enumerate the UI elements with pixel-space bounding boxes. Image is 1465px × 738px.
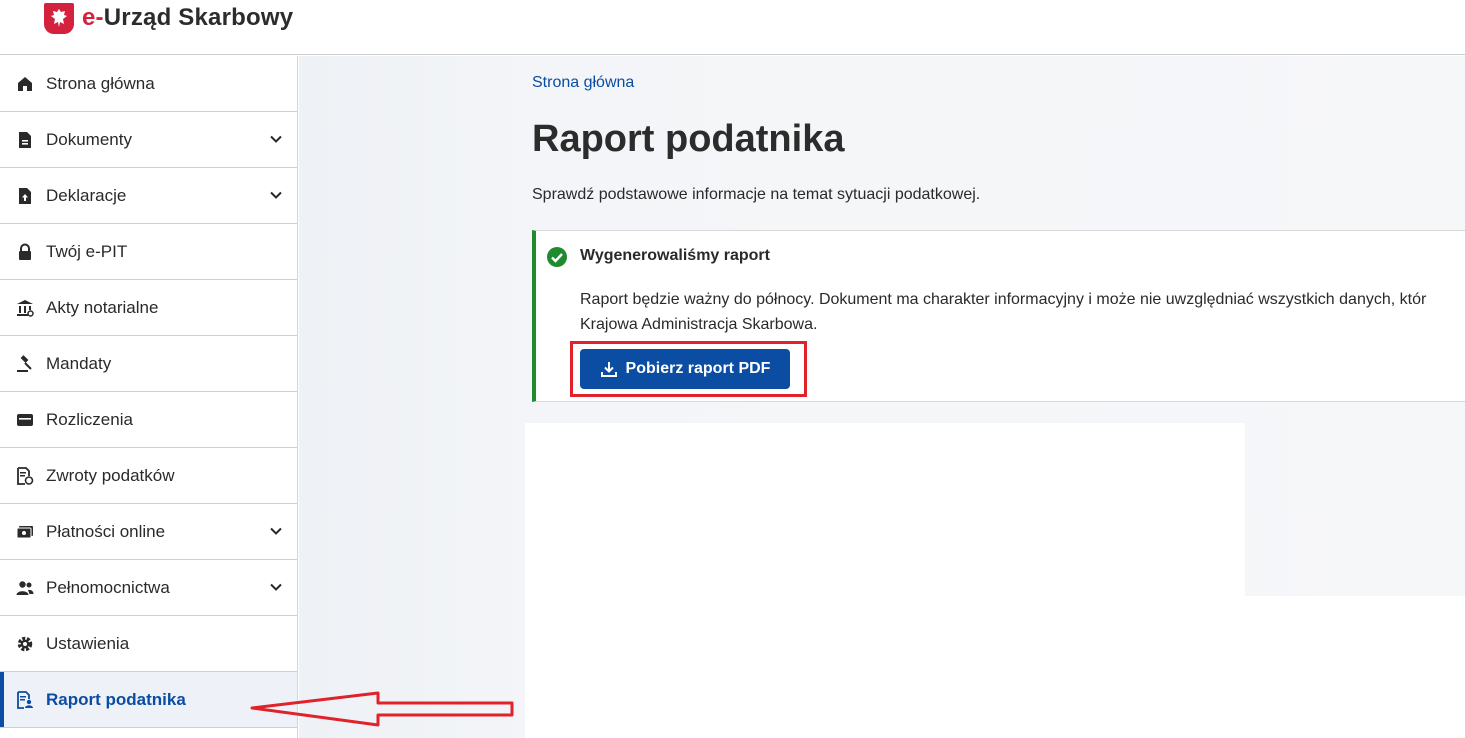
sidebar-item-label: Dokumenty — [46, 129, 132, 149]
alert-message-line-1: Raport będzie ważny do północy. Dokument… — [580, 291, 1427, 308]
sidebar-item-zwroty-podatkow[interactable]: Zwroty podatków — [0, 448, 297, 504]
sidebar-item-label: Strona główna — [46, 73, 155, 93]
sidebar-item-mandaty[interactable]: Mandaty — [0, 336, 297, 392]
sidebar-item-strona-glowna[interactable]: Strona główna — [0, 56, 297, 112]
download-pdf-button[interactable]: Pobierz raport PDF — [580, 349, 790, 389]
sidebar-item-dokumenty[interactable]: Dokumenty — [0, 112, 297, 168]
sidebar-item-label: Zwroty podatków — [46, 465, 175, 485]
sidebar-item-label: Deklaracje — [46, 185, 127, 205]
alert-title: Wygenerowaliśmy raport — [580, 247, 770, 264]
download-icon — [600, 362, 617, 377]
site-title-rest: Urząd Skarbowy — [103, 4, 294, 31]
alert-message: Raport będzie ważny do północy. Dokument… — [580, 287, 1465, 337]
site-title-prefix: e- — [82, 4, 104, 31]
sidebar-item-platnosci-online[interactable]: Płatności online — [0, 504, 297, 560]
sidebar-item-label: Mandaty — [46, 353, 112, 373]
alert-message-line-2: Krajowa Administracja Skarbowa. — [580, 316, 818, 333]
upload-file-icon — [16, 187, 34, 205]
site-title: e-Urząd Skarbowy — [82, 4, 293, 32]
polish-eagle-emblem-icon — [44, 2, 74, 34]
redacted-area — [525, 596, 1465, 738]
success-alert: Wygenerowaliśmy raport Raport będzie waż… — [532, 230, 1465, 402]
lock-icon — [16, 243, 34, 261]
sidebar-item-label: Rozliczenia — [46, 409, 133, 429]
gear-icon — [16, 635, 34, 653]
redacted-area — [525, 423, 1245, 603]
sidebar-item-raport-podatnika[interactable]: Raport podatnika — [0, 672, 297, 728]
sidebar-item-label: Twój e-PIT — [46, 241, 128, 261]
payments-icon — [16, 523, 34, 541]
refund-document-icon — [16, 466, 34, 485]
sidebar-item-deklaracje[interactable]: Deklaracje — [0, 168, 297, 224]
chevron-down-icon[interactable] — [269, 132, 283, 146]
sidebar-item-label: Pełnomocnictwa — [46, 577, 170, 597]
breadcrumb[interactable]: Strona główna — [532, 74, 634, 92]
sidebar-item-akty-notarialne[interactable]: Akty notarialne — [0, 280, 297, 336]
sidebar-item-label: Płatności online — [46, 521, 166, 541]
wallet-icon — [16, 411, 34, 429]
report-icon — [16, 690, 34, 709]
page-subtitle: Sprawdź podstawowe informacje na temat s… — [532, 186, 981, 203]
sidebar-item-label: Raport podatnika — [46, 689, 186, 709]
sidebar-item-label: Ustawienia — [46, 633, 130, 653]
top-header: e-Urząd Skarbowy — [0, 0, 1465, 55]
page-title: Raport podatnika — [532, 118, 845, 160]
sidebar-item-rozliczenia[interactable]: Rozliczenia — [0, 392, 297, 448]
sidebar-nav: Strona główna Dokumenty Deklaracje Twój … — [0, 56, 298, 738]
bank-icon — [16, 299, 34, 317]
chevron-down-icon[interactable] — [269, 524, 283, 538]
gavel-icon — [16, 354, 34, 373]
check-circle-icon — [547, 247, 567, 267]
site-logo[interactable]: e-Urząd Skarbowy — [44, 2, 293, 34]
sidebar-item-label: Akty notarialne — [46, 297, 159, 317]
chevron-down-icon[interactable] — [269, 188, 283, 202]
chevron-down-icon[interactable] — [269, 580, 283, 594]
main-content: Strona główna Raport podatnika Sprawdź p… — [299, 56, 1465, 738]
download-pdf-button-label: Pobierz raport PDF — [625, 360, 771, 377]
document-icon — [16, 131, 34, 149]
sidebar-item-pelnomocnictwa[interactable]: Pełnomocnictwa — [0, 560, 297, 616]
sidebar-item-twoj-e-pit[interactable]: Twój e-PIT — [0, 224, 297, 280]
sidebar-item-ustawienia[interactable]: Ustawienia — [0, 616, 297, 672]
users-icon — [16, 579, 34, 597]
home-icon — [16, 75, 34, 93]
